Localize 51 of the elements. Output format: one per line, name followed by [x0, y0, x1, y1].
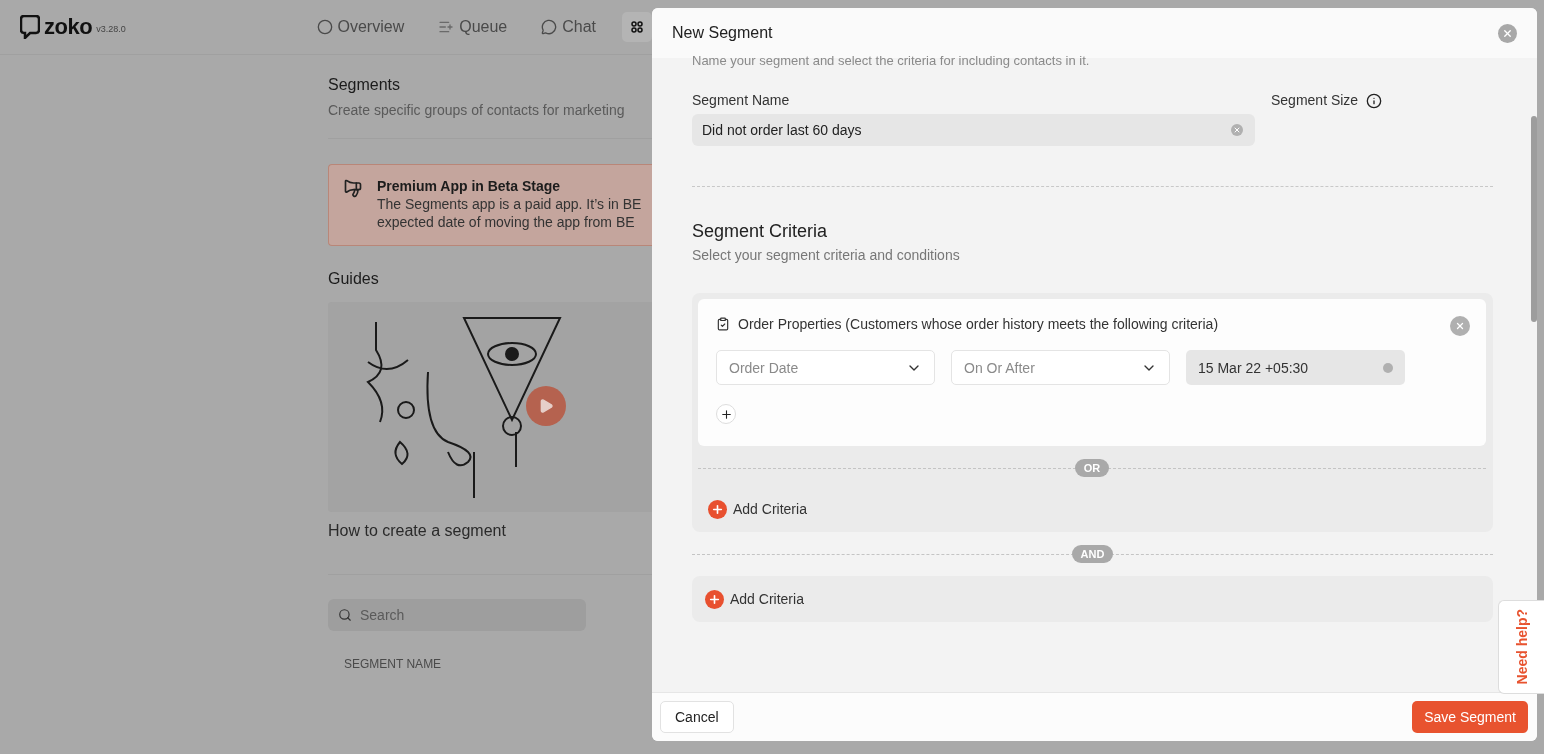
- close-icon: [1502, 27, 1513, 39]
- field-label: Segment Name: [692, 92, 791, 108]
- field-label: Segment Size: [1271, 92, 1359, 108]
- section-title: Guides: [328, 270, 380, 288]
- dialog-title: New Segment: [672, 24, 773, 42]
- page-title: Segments: [328, 76, 402, 94]
- nav-tab[interactable]: Queue: [438, 18, 508, 36]
- section-subtitle: Select your segment criteria and conditions: [692, 247, 961, 263]
- chat-icon: [541, 19, 558, 35]
- card-title: Order Properties (Customers whose order history meets the following criteria): [738, 316, 1219, 332]
- page-subtitle: Create specific groups of contacts for marketing: [328, 102, 626, 118]
- add-criteria-button[interactable]: Add Criteria: [705, 578, 804, 620]
- nav-tab[interactable]: Chat: [541, 18, 597, 36]
- megaphone-icon: [343, 178, 363, 198]
- list-icon: [438, 19, 455, 35]
- plus-icon: [705, 589, 724, 609]
- plus-icon: [719, 407, 733, 421]
- banner-title: Premium App in Beta Stage: [377, 178, 562, 194]
- banner-text: expected date of moving the app from BE: [377, 214, 636, 230]
- nav-tab[interactable]: Overview: [316, 18, 405, 36]
- video-title: How to create a segment: [328, 522, 507, 540]
- date-field[interactable]: 15 Mar 22 +05:30: [1186, 350, 1405, 385]
- close-button[interactable]: [1450, 316, 1470, 336]
- search-icon: [338, 608, 352, 622]
- clipboard-icon: [716, 317, 730, 331]
- close-icon: [1455, 321, 1465, 331]
- plus-icon: [708, 499, 727, 519]
- or-label: OR: [1074, 459, 1110, 477]
- help-tab[interactable]: Need help?: [1498, 600, 1544, 694]
- select-field[interactable]: On Or After: [951, 350, 1170, 385]
- clear-icon[interactable]: [1383, 362, 1393, 373]
- info-icon[interactable]: [1366, 93, 1383, 109]
- name-field[interactable]: Did not order last 60 days: [692, 114, 1255, 146]
- grid-icon: [631, 21, 643, 33]
- and-label: AND: [1071, 545, 1114, 563]
- banner-text: The Segments app is a paid app. It’s in BE: [377, 196, 642, 212]
- play-icon: [538, 398, 554, 414]
- section-title: Segment Criteria: [692, 221, 829, 242]
- close-button[interactable]: [1498, 23, 1517, 43]
- add-condition-button[interactable]: [716, 404, 736, 424]
- logo-text: zoko: [44, 14, 93, 40]
- version-label: v3.28.0: [96, 24, 126, 34]
- add-criteria-button[interactable]: Add Criteria: [708, 488, 1486, 530]
- apps-button[interactable]: [622, 12, 652, 42]
- cancel-button[interactable]: Cancel: [660, 701, 734, 733]
- column-header: SEGMENT NAME: [344, 657, 443, 671]
- search-field[interactable]: Search: [328, 599, 586, 631]
- circle-icon: [316, 19, 333, 35]
- select-field[interactable]: Order Date: [716, 350, 935, 385]
- save-button[interactable]: Save Segment: [1412, 701, 1528, 733]
- logo-icon: [20, 15, 40, 39]
